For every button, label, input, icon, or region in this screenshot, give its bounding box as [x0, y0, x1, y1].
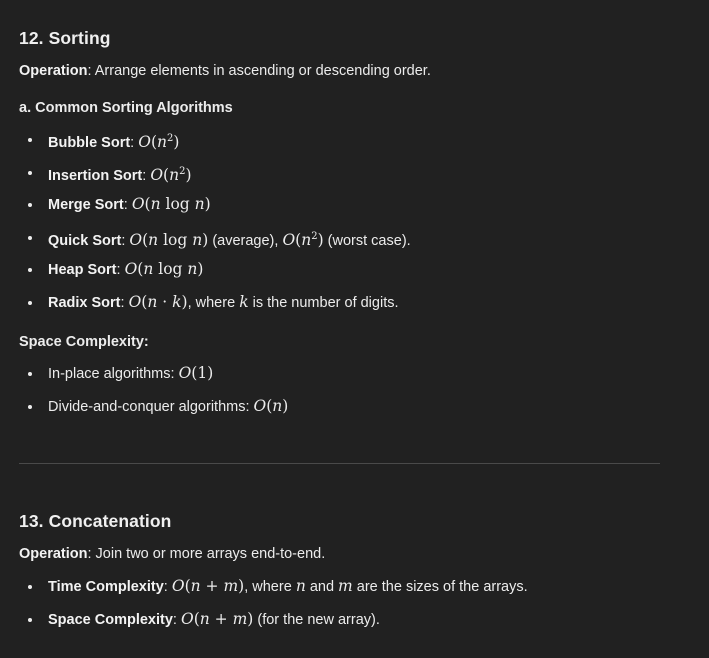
variable-m: m — [338, 577, 353, 595]
algorithm-name: Radix Sort — [48, 294, 121, 311]
list-item: Divide-and-conquer algorithms: O(n) — [19, 390, 288, 423]
algorithm-name: Insertion Sort — [48, 167, 143, 184]
algorithm-name: Bubble Sort — [48, 135, 131, 151]
list-item: Time Complexity: O(n + m), where n and m… — [19, 570, 528, 603]
time-complexity-label: Time Complexity — [48, 579, 164, 595]
complexity-formula: O(n + m) — [180, 609, 254, 628]
complexity-formula: O(n · k) — [128, 292, 188, 311]
separator: : — [172, 611, 181, 628]
list-item: Quick Sort: O(n log n) (average), O(n2) … — [19, 221, 411, 254]
list-item: Bubble Sort: O(n2) — [19, 123, 411, 156]
list-item: In-place algorithms: O(1) — [19, 357, 288, 390]
section-13-title: 13. Concatenation — [19, 511, 172, 531]
list-item: Insertion Sort: O(n2) — [19, 156, 411, 189]
complexity-formula: O(1) — [178, 364, 214, 382]
separator: : — [123, 197, 132, 214]
algorithm-name: Merge Sort — [48, 197, 124, 214]
space-item-text: In-place algorithms: — [48, 366, 179, 382]
complexity-formula: O(n log n) — [124, 260, 204, 279]
space-complexity-label: Space Complexity — [48, 611, 173, 628]
trailing-text: are the sizes of the arrays. — [352, 579, 528, 595]
complexity-formula: O(n + m) — [171, 577, 245, 595]
complexity-formula-worst: O(n2) — [282, 230, 324, 249]
section-12-operation: Operation: Arrange elements in ascending… — [19, 63, 431, 79]
connector-text: and — [305, 579, 339, 595]
trailing-text: is the number of digits. — [248, 294, 399, 311]
operation-label: Operation — [19, 63, 88, 79]
list-item: Heap Sort: O(n log n) — [19, 253, 411, 286]
sorting-algorithms-subheading: a. Common Sorting Algorithms — [19, 100, 233, 116]
operation-text: : Arrange elements in ascending or desce… — [87, 63, 431, 79]
complexity-formula: O(n2) — [138, 133, 180, 151]
algorithm-name: Quick Sort — [48, 232, 122, 249]
operation-label: Operation — [19, 546, 88, 562]
sorting-algorithms-list: Bubble Sort: O(n2) Insertion Sort: O(n2)… — [19, 123, 411, 319]
complexity-formula: O(n log n) — [129, 230, 209, 249]
separator: : — [120, 294, 129, 311]
list-item: Radix Sort: O(n · k), where k is the num… — [19, 286, 411, 319]
complexity-formula: O(n log n) — [131, 195, 211, 214]
section-13-operation: Operation: Join two or more arrays end-t… — [19, 546, 325, 562]
complexity-formula: O(n2) — [150, 165, 192, 184]
trailing-text: (worst case). — [323, 232, 411, 249]
section-divider — [19, 463, 660, 464]
complexity-formula: O(n) — [253, 396, 289, 415]
list-item: Merge Sort: O(n log n) — [19, 188, 411, 221]
separator: : — [163, 579, 172, 595]
list-item: Space Complexity: O(n + m) (for the new … — [19, 603, 528, 636]
separator: : — [116, 262, 125, 279]
connector-text: , where — [187, 294, 240, 311]
concatenation-list: Time Complexity: O(n + m), where n and m… — [19, 570, 528, 635]
space-complexity-list: In-place algorithms: O(1) Divide-and-con… — [19, 357, 288, 422]
trailing-text: (for the new array). — [253, 611, 380, 628]
connector-text: , where — [244, 579, 296, 595]
space-item-text: Divide-and-conquer algorithms: — [48, 398, 254, 415]
operation-text: : Join two or more arrays end-to-end. — [87, 546, 326, 562]
variable-k: k — [239, 292, 249, 311]
section-12-title: 12. Sorting — [19, 28, 111, 48]
connector-text: (average), — [208, 232, 283, 249]
algorithm-name: Heap Sort — [48, 262, 117, 279]
variable-n: n — [295, 577, 306, 595]
space-complexity-heading: Space Complexity: — [19, 334, 149, 350]
